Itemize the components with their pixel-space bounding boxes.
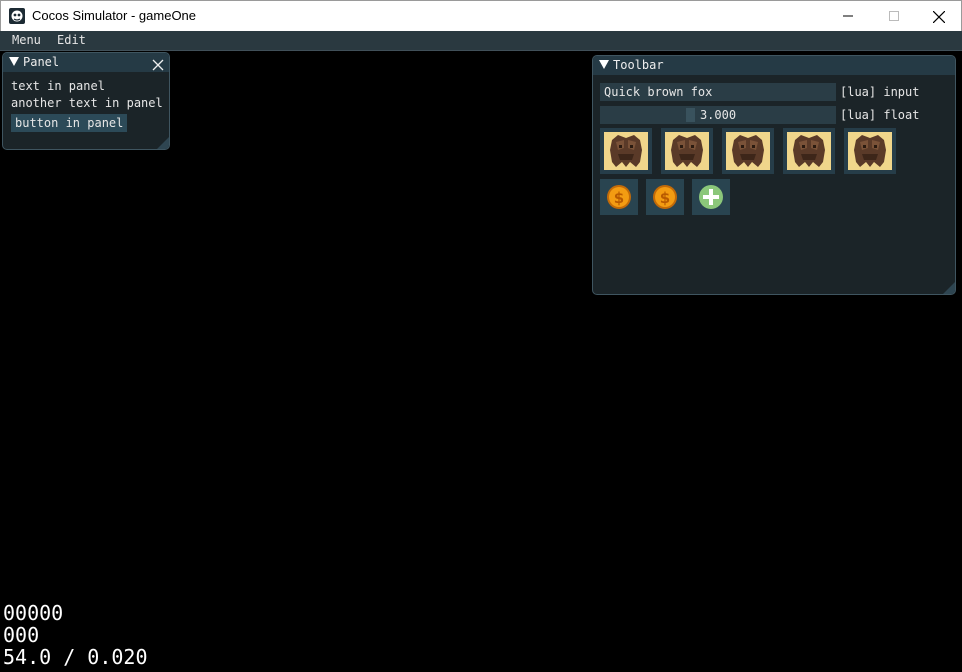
panel-title: Panel [23,55,60,69]
stats-vertices: 00000 [3,601,64,625]
toolbar-window: Toolbar Quick brown fox [lua] input 3.00… [592,55,956,295]
add-button[interactable] [692,179,730,215]
coin-icon: $ [607,185,631,209]
close-icon [933,11,945,23]
coin-icon: $ [653,185,677,209]
panel-text-1: text in panel [11,79,105,93]
minimize-button[interactable] [825,1,871,31]
stats-draw-calls: 000 [3,623,40,647]
plus-icon [699,185,723,209]
close-button[interactable] [915,1,961,31]
panel-text-2: another text in panel [11,96,163,110]
coin-button-1[interactable]: $ [600,179,638,215]
image-button-2[interactable] [661,128,713,174]
image-button-4[interactable] [783,128,835,174]
app-icon [9,8,25,24]
toolbar-title: Toolbar [613,58,664,72]
resize-grip[interactable] [157,137,169,149]
lua-float-label: [lua] float [840,108,920,122]
lua-float-slider[interactable]: 3.000 [600,106,836,124]
minimize-icon [843,15,853,17]
panel-button[interactable]: button in panel [11,114,128,132]
menu-item-menu[interactable]: Menu [12,33,41,48]
svg-text:$: $ [614,189,624,207]
maximize-icon [889,11,899,21]
lua-input-field[interactable]: Quick brown fox [600,83,836,101]
image-button-5[interactable] [844,128,896,174]
window-title-bar[interactable]: Cocos Simulator - gameOne [0,0,962,31]
window-title: Cocos Simulator - gameOne [32,8,197,23]
lua-input-label: [lua] input [840,85,920,99]
toolbar-title-bar[interactable]: Toolbar [593,56,955,75]
coin-button-2[interactable]: $ [646,179,684,215]
collapse-triangle-icon[interactable] [9,57,19,66]
treant-icon [793,135,825,167]
treant-icon [671,135,703,167]
menu-bar: Menu Edit [0,31,962,51]
slider-grab[interactable] [686,108,695,122]
resize-grip[interactable] [943,282,955,294]
stats-fps: 54.0 / 0.020 [3,645,148,669]
treant-icon [610,135,642,167]
panel-title-bar[interactable]: Panel [3,53,169,72]
panel-close-icon[interactable] [152,56,164,71]
panel-window: Panel text in panel another text in pane… [2,52,170,150]
treant-icon [732,135,764,167]
image-button-3[interactable] [722,128,774,174]
svg-text:$: $ [660,189,670,207]
menu-item-edit[interactable]: Edit [57,33,86,48]
collapse-triangle-icon[interactable] [599,60,609,69]
maximize-button[interactable] [871,1,917,31]
lua-float-value: 3.000 [699,108,737,122]
treant-icon [854,135,886,167]
image-button-1[interactable] [600,128,652,174]
